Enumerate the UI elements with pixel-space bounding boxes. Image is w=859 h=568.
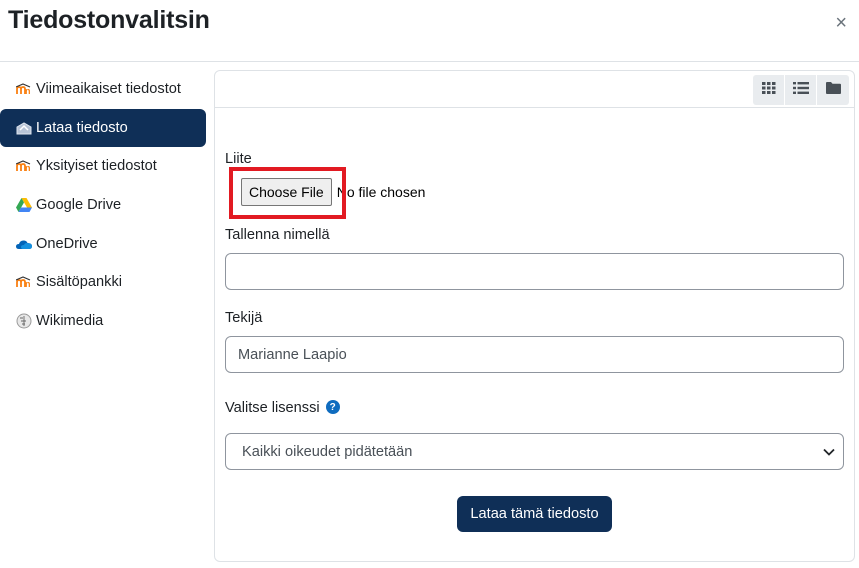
dialog-header: Tiedostonvalitsin × — [0, 0, 859, 62]
onedrive-icon — [16, 236, 32, 252]
dialog-title: Tiedostonvalitsin — [8, 6, 210, 34]
sidebar-item-label: Wikimedia — [36, 312, 104, 329]
svg-text:n: n — [25, 86, 31, 95]
sidebar-item-label: Google Drive — [36, 197, 122, 214]
help-icon[interactable]: ? — [325, 400, 340, 415]
sidebar-item-label: OneDrive — [36, 235, 98, 252]
license-label-row: Valitse lisenssi? — [225, 400, 340, 416]
chevron-down-icon — [823, 444, 835, 460]
sidebar-item-upload[interactable]: Lataa tiedosto — [0, 108, 206, 148]
upload-file-button[interactable]: Lataa tämä tiedosto — [457, 496, 612, 532]
sidebar-item-label: Yksityiset tiedostot — [36, 158, 157, 175]
sidebar-item-wikimedia[interactable]: Wikimedia — [0, 302, 206, 341]
attachment-label: Liite — [225, 151, 252, 167]
sidebar-item-recent-files[interactable]: n Viimeaikaiset tiedostot — [0, 70, 206, 109]
sidebar-item-private-files[interactable]: n Yksityiset tiedostot — [0, 147, 206, 186]
moodle-icon: n — [16, 158, 32, 174]
repository-sidebar: n Viimeaikaiset tiedostot Lataa tiedosto… — [0, 70, 206, 340]
sidebar-item-label: Lataa tiedosto — [36, 119, 128, 136]
folder-view-button[interactable] — [817, 75, 849, 105]
sidebar-item-label: Viimeaikaiset tiedostot — [36, 81, 181, 98]
license-label: Valitse lisenssi — [225, 400, 320, 416]
google-drive-icon — [16, 197, 32, 213]
choose-file-button[interactable]: Choose File — [241, 178, 332, 206]
sidebar-item-content-bank[interactable]: n Sisältöpankki — [0, 263, 206, 302]
grid-view-button[interactable] — [753, 75, 785, 105]
folder-view-icon — [825, 81, 841, 99]
upload-icon — [16, 120, 32, 136]
author-input[interactable]: Marianne Laapio — [225, 336, 844, 373]
list-view-button[interactable] — [785, 75, 817, 105]
file-picker: Choose File No file chosen — [241, 178, 425, 206]
view-toolbar — [753, 75, 849, 105]
save-as-label: Tallenna nimellä — [225, 227, 330, 243]
save-as-input[interactable] — [225, 253, 844, 290]
svg-text:n: n — [25, 279, 31, 288]
sidebar-item-label: Sisältöpankki — [36, 274, 122, 291]
author-label: Tekijä — [225, 310, 263, 326]
list-view-icon — [792, 81, 809, 99]
wikimedia-icon — [16, 313, 32, 329]
panel-divider — [215, 107, 854, 108]
upload-panel — [214, 70, 855, 562]
grid-view-icon — [761, 81, 776, 99]
sidebar-item-google-drive[interactable]: Google Drive — [0, 186, 206, 225]
license-selected-value: Kaikki oikeudet pidätetään — [242, 443, 413, 460]
sidebar-item-onedrive[interactable]: OneDrive — [0, 224, 206, 263]
svg-text:n: n — [25, 163, 31, 172]
no-file-chosen-text: No file chosen — [336, 184, 426, 200]
license-select[interactable]: Kaikki oikeudet pidätetään — [225, 433, 844, 470]
moodle-icon: n — [16, 274, 32, 290]
moodle-icon: n — [16, 81, 32, 97]
close-button[interactable]: × — [835, 13, 847, 33]
